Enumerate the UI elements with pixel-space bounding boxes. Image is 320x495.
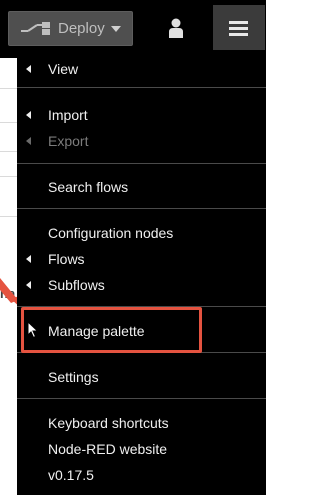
chevron-down-icon[interactable] (111, 26, 121, 32)
deploy-label: Deploy (58, 20, 105, 37)
divider (0, 88, 17, 89)
divider (0, 122, 17, 123)
menu-item-label: Subflows (48, 277, 105, 293)
menu-item-label: View (48, 61, 79, 77)
divider (0, 151, 17, 152)
caret-left-icon (26, 65, 31, 73)
user-button[interactable] (156, 11, 196, 46)
hamburger-menu-icon (229, 21, 248, 37)
caret-left-icon (26, 111, 31, 119)
divider (0, 176, 17, 177)
menu-item-label: Export (48, 133, 89, 149)
deploy-button[interactable]: Deploy (8, 11, 133, 46)
main-menu-dropdown: View Import Export Search flows Configur… (17, 50, 266, 495)
menu-item-label: Import (48, 107, 88, 123)
menu-item-label: Settings (48, 369, 99, 385)
menu-item-flows[interactable]: Flows (17, 247, 266, 271)
caret-left-icon (26, 255, 31, 263)
menu-item-subflows[interactable]: Subflows (17, 273, 266, 297)
divider (0, 216, 17, 217)
menu-item-keyboard-shortcuts[interactable]: Keyboard shortcuts (17, 411, 266, 435)
mouse-cursor-icon (27, 321, 39, 339)
menu-item-import[interactable]: Import (17, 103, 266, 127)
highlight-box (21, 307, 202, 353)
menu-divider (17, 398, 266, 399)
main-menu-button[interactable] (213, 5, 265, 53)
menu-item-version: v0.17.5 (17, 463, 266, 487)
menu-item-label: Node-RED website (48, 441, 168, 457)
menu-item-label: Configuration nodes (48, 225, 174, 241)
menu-item-search-flows[interactable]: Search flows (17, 175, 266, 199)
menu-item-label: Search flows (48, 179, 129, 195)
menu-item-view[interactable]: View (17, 57, 266, 81)
menu-item-settings[interactable]: Settings (17, 365, 266, 389)
caret-left-icon (26, 137, 31, 145)
menu-item-export: Export (17, 129, 266, 153)
deploy-icon (21, 22, 50, 35)
menu-divider (17, 87, 266, 88)
menu-divider (17, 163, 266, 164)
user-icon (169, 18, 183, 38)
version-label: v0.17.5 (48, 467, 94, 483)
menu-item-node-red-website[interactable]: Node-RED website (17, 437, 266, 461)
menu-item-label: Keyboard shortcuts (48, 415, 169, 431)
menu-item-label: Flows (48, 251, 85, 267)
caret-left-icon (26, 281, 31, 289)
menu-item-configuration-nodes[interactable]: Configuration nodes (17, 221, 266, 245)
menu-divider (17, 208, 266, 209)
